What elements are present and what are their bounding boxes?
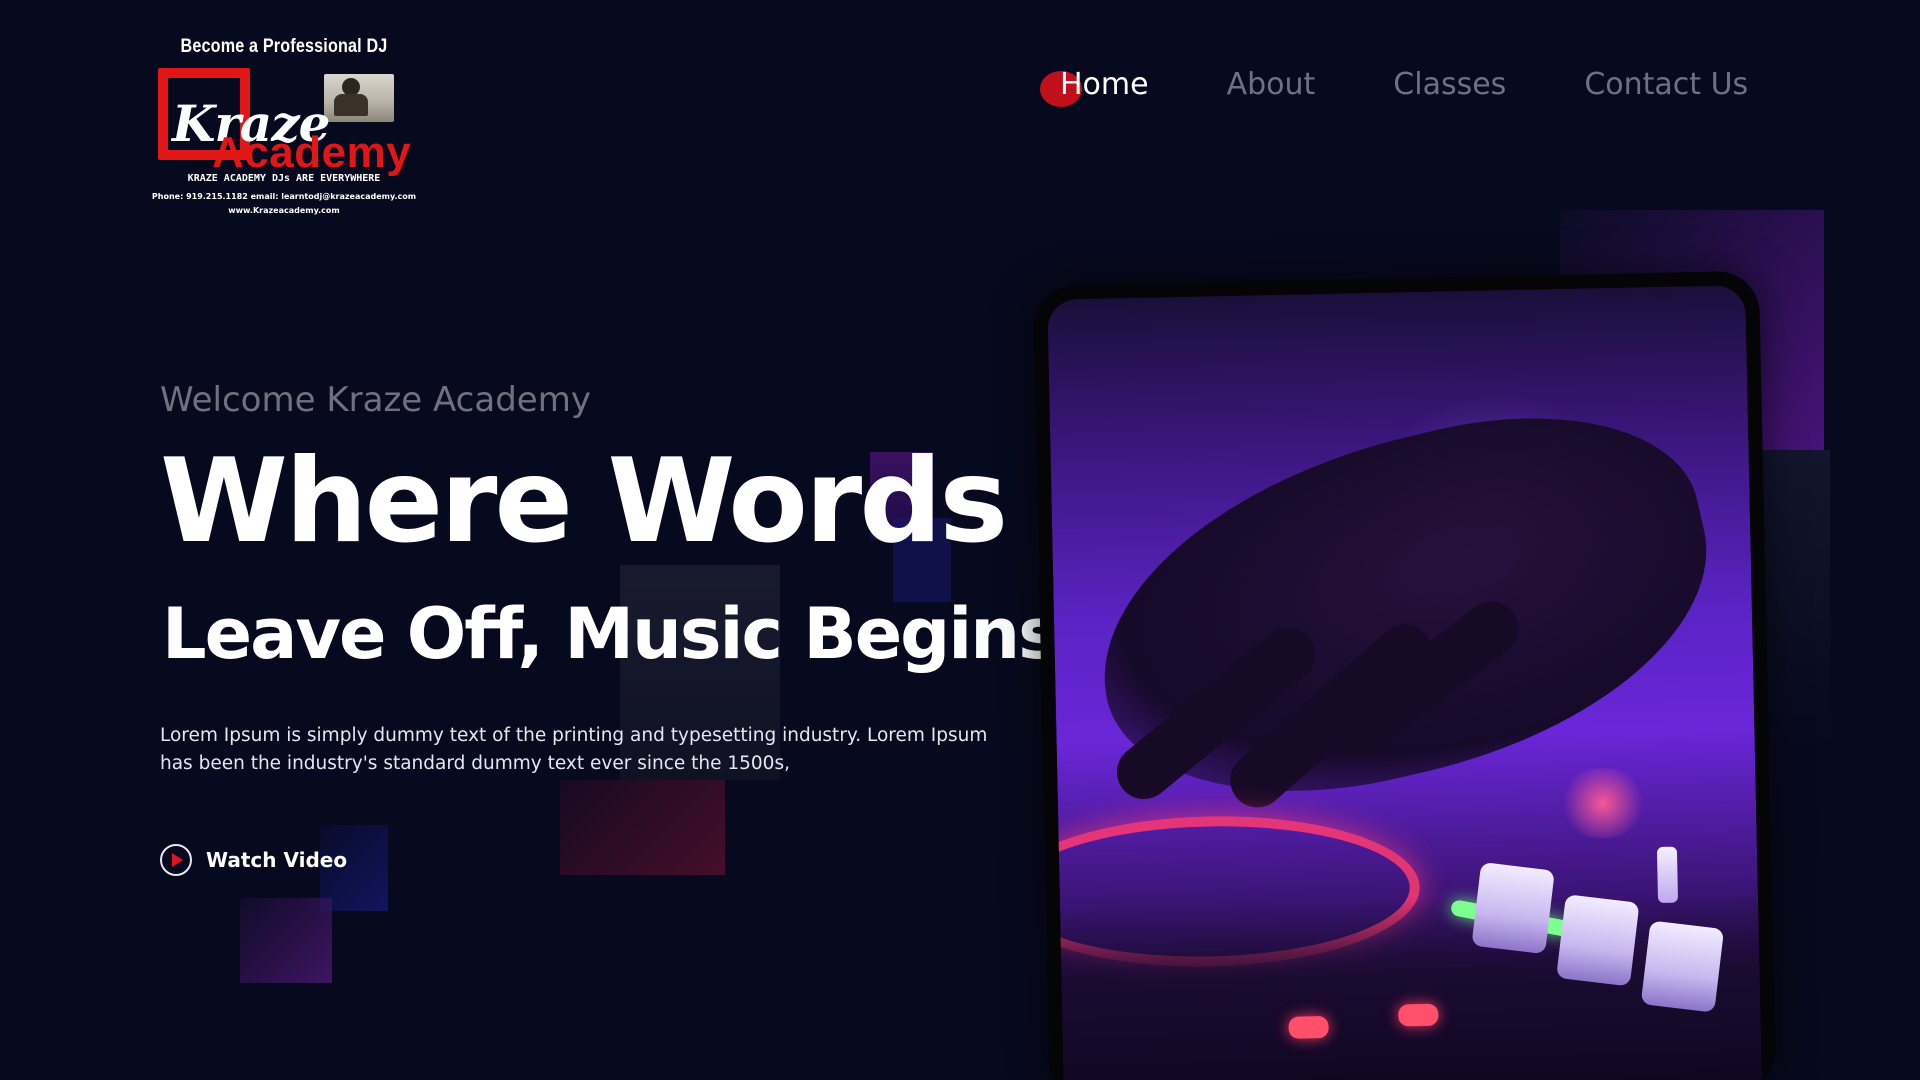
nav-home[interactable]: Home [1040, 66, 1149, 107]
hero-headline-line2: Leave Off, Music Begins [162, 593, 1060, 675]
pink-light-glow [1557, 767, 1649, 840]
logo-contact: Phone: 919.215.1182 email: learntodj@kra… [151, 192, 417, 201]
logo-dj-photo [324, 74, 394, 122]
mixer-led [1398, 1003, 1439, 1027]
logo-tagline-top: Become a Professional DJ [180, 36, 388, 57]
tablet-frame [1033, 270, 1777, 1080]
mixer-knob [1471, 861, 1555, 955]
decor-square-violet [240, 898, 332, 983]
dj-hand-on-mixer-image [1047, 285, 1763, 1080]
main-nav: Home About Classes Contact Us [1040, 62, 1748, 107]
nav-classes-label: Classes [1393, 66, 1507, 102]
watch-video-button[interactable]: Watch Video [160, 844, 347, 876]
hero-headline-line1: Where Words [160, 434, 1008, 569]
mixer-fader [1656, 846, 1679, 904]
kraze-academy-logo[interactable]: Become a Professional DJ Kraze Academy K… [152, 36, 422, 222]
mixer-knob [1640, 920, 1725, 1013]
welcome-text: Welcome Kraze Academy [160, 380, 591, 420]
watch-video-label: Watch Video [206, 848, 348, 872]
nav-about[interactable]: About [1227, 67, 1316, 102]
nav-contact-us-label: Contact Us [1584, 66, 1749, 102]
nav-home-label: Home [1060, 66, 1149, 102]
decor-square-red [560, 780, 725, 875]
nav-about-label: About [1226, 66, 1316, 102]
nav-classes[interactable]: Classes [1393, 67, 1506, 102]
logo-slogan: KRAZE ACADEMY DJs ARE EVERYWHERE [187, 173, 381, 184]
logo-url: www.Krazeacademy.com [228, 206, 340, 215]
landing-page: Become a Professional DJ Kraze Academy K… [0, 0, 1920, 1080]
mixer-knob [1556, 894, 1640, 987]
mixer-led [1288, 1015, 1329, 1039]
nav-contact-us[interactable]: Contact Us [1584, 67, 1748, 102]
hero-description: Lorem Ipsum is simply dummy text of the … [160, 725, 988, 774]
play-circle-icon[interactable] [160, 844, 192, 876]
play-triangle-icon [172, 853, 183, 867]
logo-name-bold: Academy [212, 128, 412, 177]
